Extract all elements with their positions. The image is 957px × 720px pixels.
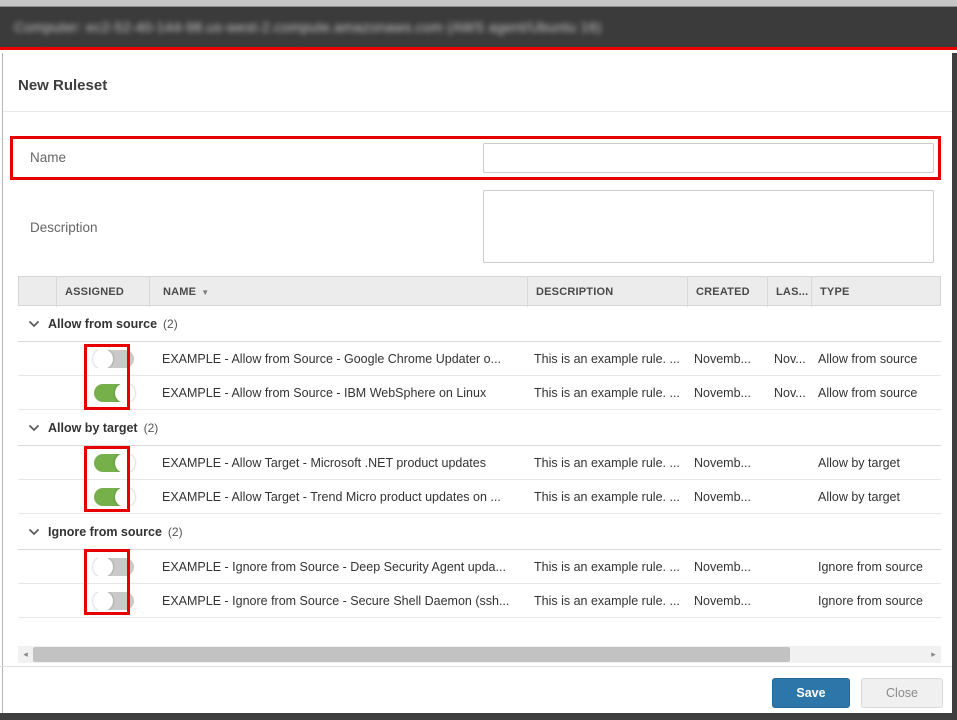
rule-description: This is an example rule. ... — [526, 386, 686, 400]
rule-name: EXAMPLE - Ignore from Source - Deep Secu… — [148, 560, 526, 574]
rule-name: EXAMPLE - Allow from Source - IBM WebSph… — [148, 386, 526, 400]
table-row: EXAMPLE - Ignore from Source - Deep Secu… — [18, 550, 941, 584]
rule-last: Nov... — [766, 386, 810, 400]
header-expand-column — [19, 277, 56, 307]
group-count: (2) — [144, 421, 159, 435]
toggle-knob — [115, 384, 135, 402]
name-label: Name — [30, 150, 66, 165]
toggle-knob — [115, 454, 135, 472]
rule-type: Ignore from source — [810, 594, 941, 608]
header-last: LAS... — [767, 277, 811, 307]
rule-description: This is an example rule. ... — [526, 560, 686, 574]
header-description: DESCRIPTION — [527, 277, 687, 307]
close-button[interactable]: Close — [861, 678, 943, 708]
description-label: Description — [30, 220, 98, 235]
rule-type: Allow from source — [810, 386, 941, 400]
scrollbar-thumb[interactable] — [33, 647, 790, 662]
rule-name: EXAMPLE - Ignore from Source - Secure Sh… — [148, 594, 526, 608]
header-type: TYPE — [811, 277, 942, 307]
rule-created: Novemb... — [686, 490, 766, 504]
assigned-toggle[interactable] — [94, 558, 134, 576]
rule-description: This is an example rule. ... — [526, 456, 686, 470]
rule-created: Novemb... — [686, 594, 766, 608]
table-row: EXAMPLE - Allow Target - Microsoft .NET … — [18, 446, 941, 480]
toggle-knob — [93, 350, 113, 368]
rule-type: Allow by target — [810, 456, 941, 470]
header-name-sortable[interactable]: NAME ▼ — [149, 277, 527, 307]
group-count: (2) — [168, 525, 183, 539]
rule-created: Novemb... — [686, 456, 766, 470]
rule-type: Allow from source — [810, 352, 941, 366]
scroll-right-icon[interactable]: ▸ — [926, 646, 941, 663]
header-created: CREATED — [687, 277, 767, 307]
rule-last: Nov... — [766, 352, 810, 366]
table-header-row: ASSIGNED NAME ▼ DESCRIPTION CREATED LAS.… — [18, 276, 941, 306]
group-label: Allow from source — [48, 317, 157, 331]
toggle-knob — [93, 592, 113, 610]
assigned-toggle[interactable] — [94, 384, 134, 402]
description-input[interactable] — [483, 190, 934, 263]
sort-desc-icon: ▼ — [201, 288, 209, 297]
rule-created: Novemb... — [686, 352, 766, 366]
horizontal-scrollbar[interactable]: ◂ ▸ — [18, 646, 941, 663]
rule-name: EXAMPLE - Allow Target - Microsoft .NET … — [148, 456, 526, 470]
chevron-down-icon — [28, 320, 40, 328]
save-button[interactable]: Save — [772, 678, 850, 708]
rule-created: Novemb... — [686, 386, 766, 400]
group-row-ignore-from-source[interactable]: Ignore from source (2) — [18, 514, 941, 550]
group-label: Allow by target — [48, 421, 138, 435]
toggle-knob — [115, 488, 135, 506]
rule-name: EXAMPLE - Allow Target - Trend Micro pro… — [148, 490, 526, 504]
page-title: New Ruleset — [18, 77, 107, 94]
assigned-toggle[interactable] — [94, 350, 134, 368]
group-row-allow-from-source[interactable]: Allow from source (2) — [18, 306, 941, 342]
group-label: Ignore from source — [48, 525, 162, 539]
computer-title-redacted: Computer: ec2-52-40-144-98.us-west-2.com… — [14, 19, 602, 35]
rule-name: EXAMPLE - Allow from Source - Google Chr… — [148, 352, 526, 366]
window-bottom-edge — [0, 713, 957, 720]
table-row: EXAMPLE - Allow from Source - Google Chr… — [18, 342, 941, 376]
name-input[interactable] — [483, 143, 934, 173]
scroll-left-icon[interactable]: ◂ — [18, 646, 33, 663]
rule-type: Ignore from source — [810, 560, 941, 574]
rule-description: This is an example rule. ... — [526, 352, 686, 366]
table-row: EXAMPLE - Ignore from Source - Secure Sh… — [18, 584, 941, 618]
assigned-toggle[interactable] — [94, 592, 134, 610]
window-top-strip — [0, 0, 957, 7]
chevron-down-icon — [28, 528, 40, 536]
assigned-toggle[interactable] — [94, 454, 134, 472]
rules-table: ASSIGNED NAME ▼ DESCRIPTION CREATED LAS.… — [18, 276, 941, 618]
assigned-toggle[interactable] — [94, 488, 134, 506]
table-row: EXAMPLE - Allow Target - Trend Micro pro… — [18, 480, 941, 514]
dialog-titlebar: Computer: ec2-52-40-144-98.us-west-2.com… — [0, 7, 957, 50]
rule-description: This is an example rule. ... — [526, 490, 686, 504]
group-row-allow-by-target[interactable]: Allow by target (2) — [18, 410, 941, 446]
rule-created: Novemb... — [686, 560, 766, 574]
rule-description: This is an example rule. ... — [526, 594, 686, 608]
rule-type: Allow by target — [810, 490, 941, 504]
group-count: (2) — [163, 317, 178, 331]
title-divider — [3, 111, 952, 112]
table-row: EXAMPLE - Allow from Source - IBM WebSph… — [18, 376, 941, 410]
footer-divider — [0, 666, 952, 667]
header-assigned: ASSIGNED — [56, 277, 149, 307]
window-right-edge — [952, 53, 957, 720]
window-left-edge — [2, 53, 3, 713]
toggle-knob — [93, 558, 113, 576]
chevron-down-icon — [28, 424, 40, 432]
